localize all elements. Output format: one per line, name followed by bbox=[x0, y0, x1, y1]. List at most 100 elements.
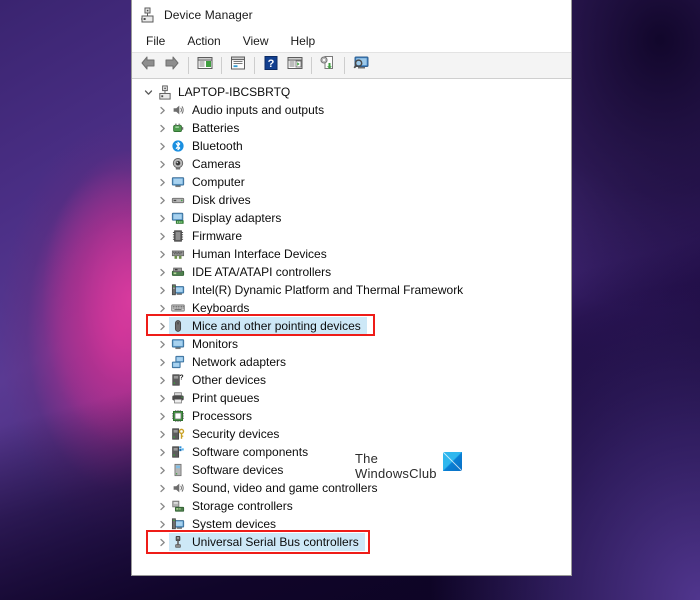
toolbar-separator-3 bbox=[254, 57, 255, 74]
tree-node-label: Print queues bbox=[192, 391, 260, 405]
chevron-right-icon[interactable] bbox=[154, 376, 170, 385]
tree-node-other-devices[interactable]: ? Other devices bbox=[132, 371, 571, 389]
tree-node-label: Sound, video and game controllers bbox=[192, 481, 378, 495]
show-hide-action-pane-button[interactable] bbox=[283, 55, 307, 77]
firmware-chip-icon bbox=[170, 228, 186, 244]
chevron-right-icon[interactable] bbox=[154, 268, 170, 277]
ide-controller-icon bbox=[170, 264, 186, 280]
chevron-right-icon[interactable] bbox=[154, 196, 170, 205]
tree-node-label: Disk drives bbox=[192, 193, 251, 207]
update-driver-button[interactable] bbox=[316, 55, 340, 77]
tree-node-label: Network adapters bbox=[192, 355, 287, 369]
tree-node-security-devices[interactable]: Security devices bbox=[132, 425, 571, 443]
chevron-right-icon[interactable] bbox=[154, 124, 170, 133]
tree-node-label: Computer bbox=[192, 175, 245, 189]
properties-button[interactable] bbox=[226, 55, 250, 77]
chevron-right-icon[interactable] bbox=[154, 484, 170, 493]
tree-node-universal-serial-bus-controllers[interactable]: Universal Serial Bus controllers bbox=[132, 533, 571, 551]
device-manager-window: Device Manager File Action View Help ? L… bbox=[132, 0, 571, 575]
chevron-right-icon[interactable] bbox=[154, 430, 170, 439]
chevron-right-icon[interactable] bbox=[154, 448, 170, 457]
chevron-right-icon[interactable] bbox=[154, 160, 170, 169]
tree-node-network-adapters[interactable]: Network adapters bbox=[132, 353, 571, 371]
tree-node-software-devices[interactable]: Software devices bbox=[132, 461, 571, 479]
tree-node-sound-video-and-game-controllers[interactable]: Sound, video and game controllers bbox=[132, 479, 571, 497]
chevron-right-icon[interactable] bbox=[154, 322, 170, 331]
forward-button[interactable] bbox=[160, 55, 184, 77]
chevron-right-icon[interactable] bbox=[154, 538, 170, 547]
chevron-right-icon[interactable] bbox=[154, 340, 170, 349]
tree-node-system-devices[interactable]: System devices bbox=[132, 515, 571, 533]
chevron-right-icon[interactable] bbox=[154, 286, 170, 295]
tree-node-label: IDE ATA/ATAPI controllers bbox=[192, 265, 332, 279]
tree-node-audio-inputs-and-outputs[interactable]: Audio inputs and outputs bbox=[132, 101, 571, 119]
tree-node-computer[interactable]: Computer bbox=[132, 173, 571, 191]
other-device-icon: ? bbox=[170, 372, 186, 388]
tree-node-label: Storage controllers bbox=[192, 499, 293, 513]
bluetooth-icon bbox=[170, 138, 186, 154]
chevron-right-icon[interactable] bbox=[154, 502, 170, 511]
tree-node-software-components[interactable]: Software components bbox=[132, 443, 571, 461]
tree-node-cameras[interactable]: Cameras bbox=[132, 155, 571, 173]
chevron-right-icon[interactable] bbox=[154, 232, 170, 241]
tree-node-label: Processors bbox=[192, 409, 253, 423]
chevron-right-icon[interactable] bbox=[154, 250, 170, 259]
device-manager-icon bbox=[139, 7, 155, 23]
help-button[interactable]: ? bbox=[259, 55, 283, 77]
tree-node-keyboards[interactable]: Keyboards bbox=[132, 299, 571, 317]
menu-item-help[interactable]: Help bbox=[287, 32, 325, 50]
tree-node-label: Universal Serial Bus controllers bbox=[192, 535, 359, 549]
tree-node-processors[interactable]: Processors bbox=[132, 407, 571, 425]
tree-node-ide-ata-atapi-controllers[interactable]: IDE ATA/ATAPI controllers bbox=[132, 263, 571, 281]
thermal-framework-icon bbox=[170, 282, 186, 298]
tree-node-bluetooth[interactable]: Bluetooth bbox=[132, 137, 571, 155]
tree-root-label: LAPTOP-IBCSBRTQ bbox=[178, 85, 291, 99]
chevron-down-icon[interactable] bbox=[140, 88, 156, 97]
chevron-right-icon[interactable] bbox=[154, 142, 170, 151]
menu-item-action[interactable]: Action bbox=[183, 32, 229, 50]
tree-node-print-queues[interactable]: Print queues bbox=[132, 389, 571, 407]
tree-node-label: Audio inputs and outputs bbox=[192, 103, 325, 117]
tree-node-firmware[interactable]: Firmware bbox=[132, 227, 571, 245]
chevron-right-icon[interactable] bbox=[154, 214, 170, 223]
device-tree[interactable]: LAPTOP-IBCSBRTQ Audio inputs and outputs bbox=[132, 79, 571, 575]
printer-icon bbox=[170, 390, 186, 406]
chevron-right-icon[interactable] bbox=[154, 178, 170, 187]
show-hide-console-tree-button[interactable] bbox=[193, 55, 217, 77]
battery-icon bbox=[170, 120, 186, 136]
update-driver-icon bbox=[319, 55, 337, 76]
chevron-right-icon[interactable] bbox=[154, 304, 170, 313]
menu-item-file[interactable]: File bbox=[142, 32, 174, 50]
chevron-right-icon[interactable] bbox=[154, 412, 170, 421]
tree-node-disk-drives[interactable]: Disk drives bbox=[132, 191, 571, 209]
monitor-icon bbox=[170, 336, 186, 352]
speaker-icon bbox=[170, 102, 186, 118]
tree-node-display-adapters[interactable]: Display adapters bbox=[132, 209, 571, 227]
chevron-right-icon[interactable] bbox=[154, 394, 170, 403]
software-component-icon bbox=[170, 444, 186, 460]
disk-drive-icon bbox=[170, 192, 186, 208]
tree-node-intel-dynamic-platform-and-thermal-framework[interactable]: Intel(R) Dynamic Platform and Thermal Fr… bbox=[132, 281, 571, 299]
chevron-right-icon[interactable] bbox=[154, 358, 170, 367]
back-button[interactable] bbox=[136, 55, 160, 77]
tree-root-node[interactable]: LAPTOP-IBCSBRTQ bbox=[132, 83, 571, 101]
properties-window-icon bbox=[229, 55, 247, 76]
svg-text:?: ? bbox=[179, 375, 183, 382]
menu-bar: File Action View Help bbox=[132, 30, 571, 52]
usb-icon bbox=[170, 534, 186, 550]
window-title: Device Manager bbox=[164, 8, 253, 22]
tree-node-label: Other devices bbox=[192, 373, 267, 387]
tree-node-monitors[interactable]: Monitors bbox=[132, 335, 571, 353]
tree-node-human-interface-devices[interactable]: Human Interface Devices bbox=[132, 245, 571, 263]
tree-node-batteries[interactable]: Batteries bbox=[132, 119, 571, 137]
chevron-right-icon[interactable] bbox=[154, 466, 170, 475]
chevron-right-icon[interactable] bbox=[154, 520, 170, 529]
tree-node-storage-controllers[interactable]: Storage controllers bbox=[132, 497, 571, 515]
toolbar-separator-2 bbox=[221, 57, 222, 74]
tree-node-label: Software components bbox=[192, 445, 309, 459]
menu-item-view[interactable]: View bbox=[239, 32, 278, 50]
tree-node-mice-and-other-pointing-devices[interactable]: Mice and other pointing devices bbox=[132, 317, 571, 335]
scan-for-hardware-changes-button[interactable] bbox=[349, 55, 373, 77]
storage-controller-icon bbox=[170, 498, 186, 514]
chevron-right-icon[interactable] bbox=[154, 106, 170, 115]
